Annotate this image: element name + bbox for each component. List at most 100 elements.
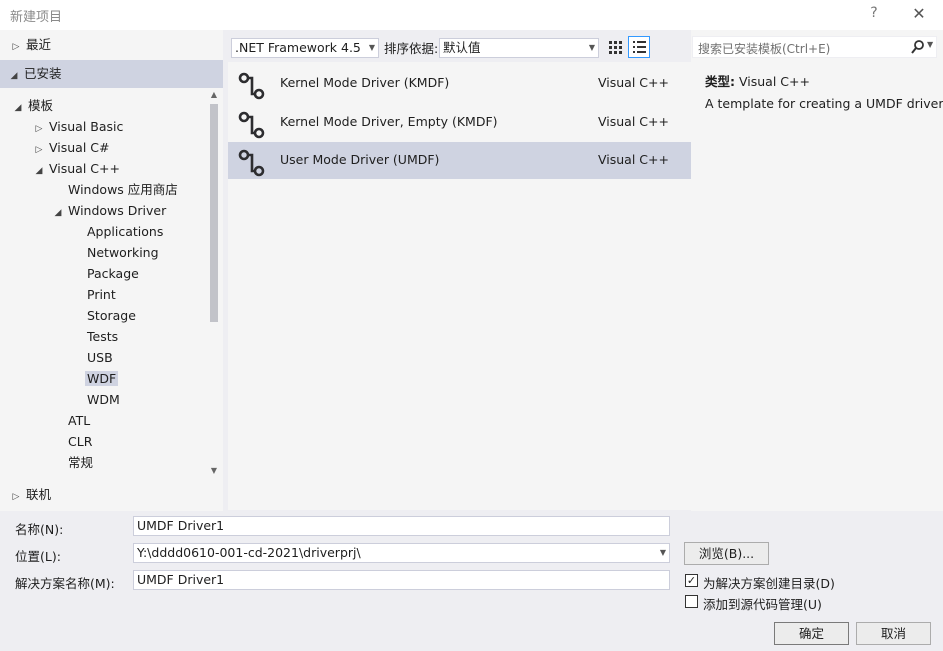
cancel-button[interactable]: 取消 xyxy=(856,622,931,645)
tree-item-windows-driver[interactable]: ◢ Windows Driver xyxy=(52,200,166,221)
tree-item-visual-cpp[interactable]: ◢ Visual C++ xyxy=(33,158,120,179)
tree-item-label: 模板 xyxy=(28,98,53,113)
tree-item-label: 最近 xyxy=(26,37,51,52)
template-item-kmdf[interactable]: Kernel Mode Driver (KMDF) Visual C++ xyxy=(228,65,691,102)
tree-item-label: Visual C# xyxy=(49,140,110,155)
template-search[interactable]: 搜索已安装模板(Ctrl+E) ▼ xyxy=(692,36,937,58)
collapse-arrow-icon[interactable]: ◢ xyxy=(12,98,24,119)
tree-item-label: WDM xyxy=(87,392,120,407)
tree-item-print[interactable]: Print xyxy=(87,284,116,305)
tree-item-label: ATL xyxy=(68,413,90,428)
search-icon[interactable] xyxy=(911,39,925,55)
tree-item-wdf[interactable]: WDF xyxy=(87,368,118,389)
tree-item-installed[interactable]: ◢ 已安装 xyxy=(8,63,62,84)
tree-item-label: WDF xyxy=(85,371,118,386)
scroll-down-icon[interactable]: ▼ xyxy=(208,464,220,478)
solution-name-label: 解决方案名称(M): xyxy=(15,573,115,592)
tree-scrollbar[interactable]: ▲ ▼ xyxy=(207,88,221,480)
driver-icon xyxy=(236,70,266,100)
type-label: 类型: xyxy=(705,74,735,89)
location-input[interactable]: Y:\dddd0610-001-cd-2021\driverprj\ ▼ xyxy=(133,543,670,563)
sort-value: 默认值 xyxy=(443,40,481,55)
template-name: Kernel Mode Driver, Empty (KMDF) xyxy=(280,114,498,129)
expand-arrow-icon[interactable]: ▷ xyxy=(10,37,22,58)
tree-item-wdm[interactable]: WDM xyxy=(87,389,120,410)
chevron-down-icon[interactable]: ▼ xyxy=(927,40,933,49)
template-tree: ▷ 最近 ◢ 已安装 ◢ 模板 ▷ Visual Basic ▷ Visual … xyxy=(0,30,223,511)
template-language: Visual C++ xyxy=(598,75,669,90)
tree-item-clr[interactable]: CLR xyxy=(68,431,92,452)
template-language: Visual C++ xyxy=(598,114,669,129)
tree-item-label: Applications xyxy=(87,224,163,239)
type-value: Visual C++ xyxy=(739,74,810,89)
ok-button[interactable]: 确定 xyxy=(774,622,849,645)
browse-button[interactable]: 浏览(B)... xyxy=(684,542,769,565)
tree-item-atl[interactable]: ATL xyxy=(68,410,90,431)
project-name-input[interactable]: UMDF Driver1 xyxy=(133,516,670,536)
framework-select[interactable]: .NET Framework 4.5 ▼ xyxy=(231,38,379,58)
driver-icon xyxy=(236,109,266,139)
tree-item-label: CLR xyxy=(68,434,92,449)
tree-item-label: 常规 xyxy=(68,455,93,470)
name-label: 名称(N): xyxy=(15,519,63,538)
tree-item-visual-basic[interactable]: ▷ Visual Basic xyxy=(33,116,123,137)
close-button[interactable]: ✕ xyxy=(909,4,929,24)
checkmark-icon: ✓ xyxy=(687,574,696,587)
tree-item-tests[interactable]: Tests xyxy=(87,326,118,347)
tree-item-applications[interactable]: Applications xyxy=(87,221,163,242)
chevron-down-icon[interactable]: ▼ xyxy=(369,39,375,57)
driver-icon xyxy=(236,147,266,177)
help-button[interactable]: ? xyxy=(866,5,882,23)
template-details: 搜索已安装模板(Ctrl+E) ▼ 类型: Visual C++ A templ… xyxy=(691,30,943,511)
scroll-up-icon[interactable]: ▲ xyxy=(208,88,220,102)
tree-item-package[interactable]: Package xyxy=(87,263,139,284)
tree-item-storage[interactable]: Storage xyxy=(87,305,136,326)
tree-item-recent[interactable]: ▷ 最近 xyxy=(10,34,51,55)
collapse-arrow-icon[interactable]: ◢ xyxy=(33,161,45,182)
tree-item-visual-csharp[interactable]: ▷ Visual C# xyxy=(33,137,109,158)
tree-item-label: 已安装 xyxy=(24,66,62,81)
template-description: A template for creating a UMDF driver xyxy=(705,96,943,111)
collapse-arrow-icon[interactable]: ◢ xyxy=(52,203,64,224)
framework-value: .NET Framework 4.5 xyxy=(235,40,361,55)
tree-item-networking[interactable]: Networking xyxy=(87,242,159,263)
list-view-button[interactable] xyxy=(628,36,650,58)
search-placeholder: 搜索已安装模板(Ctrl+E) xyxy=(698,40,830,57)
window-title: 新建项目 xyxy=(10,6,62,25)
sort-label: 排序依据: xyxy=(384,38,438,57)
expand-arrow-icon[interactable]: ▷ xyxy=(10,487,22,508)
tree-item-templates[interactable]: ◢ 模板 xyxy=(12,95,53,116)
template-item-umdf[interactable]: User Mode Driver (UMDF) Visual C++ xyxy=(228,142,691,179)
template-list: Kernel Mode Driver (KMDF) Visual C++ Ker… xyxy=(228,62,691,510)
create-directory-checkbox[interactable]: ✓ xyxy=(685,574,698,587)
tree-item-general[interactable]: 常规 xyxy=(68,452,93,473)
solution-name-input[interactable]: UMDF Driver1 xyxy=(133,570,670,590)
create-directory-label: 为解决方案创建目录(D) xyxy=(703,573,835,592)
tree-item-label: Windows Driver xyxy=(68,203,166,218)
add-source-control-label: 添加到源代码管理(U) xyxy=(703,594,822,613)
location-value: Y:\dddd0610-001-cd-2021\driverprj\ xyxy=(137,545,361,560)
list-view-icon xyxy=(629,37,649,57)
title-bar: 新建项目 ? ✕ xyxy=(0,0,943,30)
tree-item-windows-store[interactable]: Windows 应用商店 xyxy=(68,179,178,200)
chevron-down-icon[interactable]: ▼ xyxy=(660,544,666,562)
chevron-down-icon[interactable]: ▼ xyxy=(589,39,595,57)
grid-view-icon xyxy=(604,36,626,58)
add-source-control-checkbox[interactable] xyxy=(685,595,698,608)
tree-item-usb[interactable]: USB xyxy=(87,347,113,368)
sort-select[interactable]: 默认值 ▼ xyxy=(439,38,599,58)
tree-item-online[interactable]: ▷ 联机 xyxy=(10,484,51,505)
template-name: Kernel Mode Driver (KMDF) xyxy=(280,75,449,90)
tree-item-label: 联机 xyxy=(26,487,51,502)
solution-name-value: UMDF Driver1 xyxy=(137,572,224,587)
tree-item-label: Visual C++ xyxy=(49,161,120,176)
tree-item-label: Print xyxy=(87,287,116,302)
template-item-kmdf-empty[interactable]: Kernel Mode Driver, Empty (KMDF) Visual … xyxy=(228,104,691,141)
tree-item-label: Package xyxy=(87,266,139,281)
tree-item-label: Storage xyxy=(87,308,136,323)
grid-view-button[interactable] xyxy=(604,36,626,58)
scroll-thumb[interactable] xyxy=(210,104,218,322)
template-toolbar: .NET Framework 4.5 ▼ 排序依据: 默认值 ▼ xyxy=(223,30,691,62)
collapse-arrow-icon[interactable]: ◢ xyxy=(8,66,20,87)
tree-item-label: Windows 应用商店 xyxy=(68,182,178,197)
